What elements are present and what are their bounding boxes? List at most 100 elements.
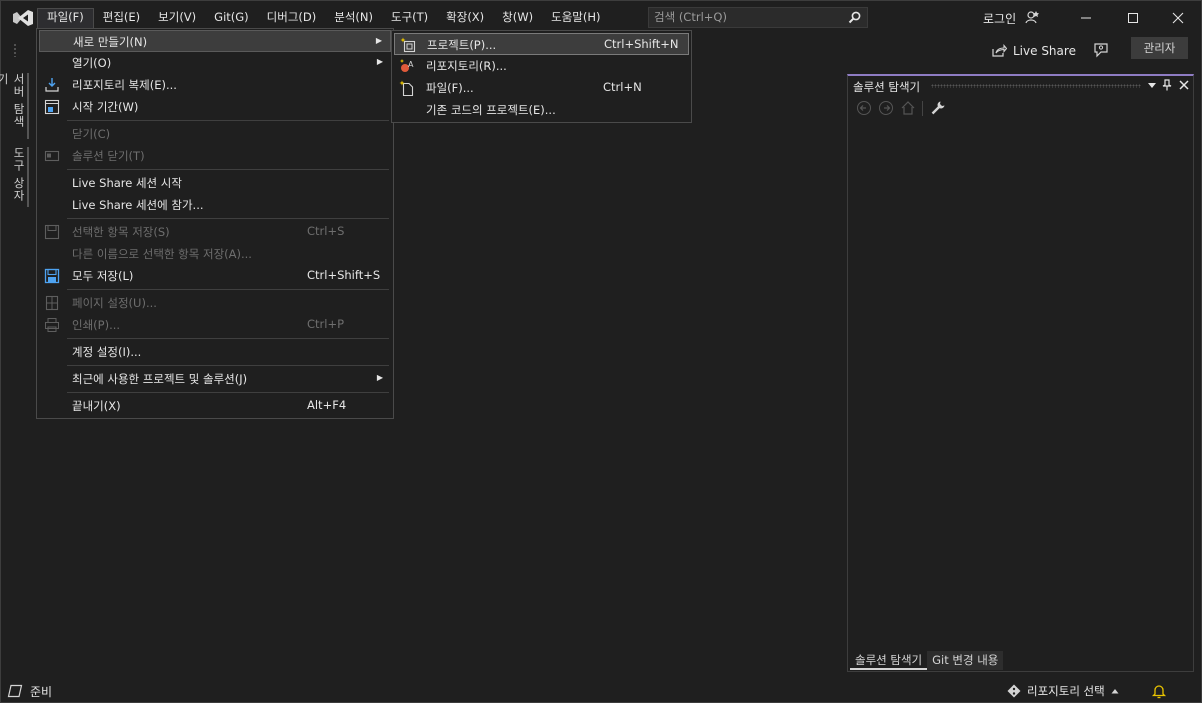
login-link[interactable]: 로그인 [983,10,1016,27]
menu-separator [67,169,389,170]
menu-item-label: 새로 만들기(N) [73,35,148,49]
menu-bar: 파일(F) 편집(E) 보기(V) Git(G) 디버그(D) 분석(N) 도구… [37,8,609,28]
menu-item-label: 인쇄(P)... [72,318,121,332]
maximize-button[interactable] [1118,7,1148,29]
tab-solution-explorer[interactable]: 솔루션 탐색기 [850,651,928,670]
new-repository-icon: A [400,59,414,72]
menu-item-label: 닫기(C) [72,127,111,141]
toolbar-grip[interactable] [13,43,17,57]
panel-title-grip[interactable] [931,84,1141,88]
tab-server-explorer[interactable]: 서버 탐색기 [0,73,29,139]
search-icon [848,11,861,24]
menu-separator [67,338,389,339]
submenu-item-project[interactable]: 프로젝트(P)... Ctrl+Shift+N [394,33,689,55]
menu-extensions[interactable]: 확장(X) [437,8,493,28]
menu-view[interactable]: 보기(V) [149,8,205,28]
menu-item-shortcut: Ctrl+S [307,224,345,238]
svg-text:A: A [408,60,414,69]
status-ready-icon [7,684,23,698]
menu-item-label: Live Share 세션에 참가... [72,198,204,212]
menu-file[interactable]: 파일(F) [37,8,94,28]
tab-git-changes[interactable]: Git 변경 내용 [927,651,1004,670]
back-icon[interactable] [856,100,872,116]
forward-icon[interactable] [878,100,894,116]
menu-separator [67,392,389,393]
menu-item-page-setup[interactable]: 페이지 설정(U)... [39,292,391,314]
menu-window[interactable]: 창(W) [493,8,542,28]
clone-download-icon [45,78,59,92]
new-submenu: 프로젝트(P)... Ctrl+Shift+N A 리포지토리(R)... 파일… [391,30,692,123]
git-branch-icon [1007,684,1021,698]
print-icon [45,318,59,332]
menu-item-new[interactable]: 새로 만들기(N) ▶ [39,30,391,52]
menu-separator [67,289,389,290]
menu-item-recent[interactable]: 최근에 사용한 프로젝트 및 솔루션(J) ▶ [39,368,391,390]
submenu-item-label: 리포지토리(R)... [426,59,507,73]
menu-item-label: Live Share 세션 시작 [72,176,182,190]
status-text: 준비 [30,685,53,699]
feedback-icon[interactable] [1093,42,1109,58]
menu-item-label: 선택한 항목 저장(S) [72,225,170,239]
minimize-button[interactable] [1071,7,1101,29]
menu-item-print[interactable]: 인쇄(P)... Ctrl+P [39,314,391,336]
menu-item-start-window[interactable]: 시작 기간(W) [39,96,391,118]
submenu-item-shortcut: Ctrl+N [603,80,642,94]
visual-studio-logo-icon[interactable] [12,9,34,27]
menu-item-save-all[interactable]: 모두 저장(L) Ctrl+Shift+S [39,265,391,287]
menu-item-save-selected[interactable]: 선택한 항목 저장(S) Ctrl+S [39,221,391,243]
search-placeholder: 검색 (Ctrl+Q) [654,10,727,24]
menu-help[interactable]: 도움말(H) [542,8,609,28]
menu-item-open[interactable]: 열기(O) ▶ [39,52,391,74]
live-share-button[interactable]: Live Share [991,41,1076,61]
search-input[interactable]: 검색 (Ctrl+Q) [648,7,868,28]
menu-edit[interactable]: 편집(E) [94,8,149,28]
menu-item-save-as[interactable]: 다른 이름으로 선택한 항목 저장(A)... [39,243,391,265]
menu-item-close-solution[interactable]: 솔루션 닫기(T) [39,145,391,167]
solution-explorer-panel: 솔루션 탐색기 솔루션 탐색기 Git 변경 내용 [847,74,1194,672]
repository-select-label: 리포지토리 선택 [1027,684,1105,698]
pin-icon[interactable] [1161,79,1173,91]
save-all-icon [44,268,60,284]
admin-badge: 관리자 [1131,37,1188,59]
menu-item-clone-repository[interactable]: 리포지토리 복제(E)... [39,74,391,96]
solution-explorer-tabs: 솔루션 탐색기 Git 변경 내용 [850,651,1004,671]
menu-item-close[interactable]: 닫기(C) [39,123,391,145]
menu-git[interactable]: Git(G) [205,8,258,28]
submenu-item-file[interactable]: 파일(F)... Ctrl+N [394,77,689,99]
submenu-item-label: 기존 코드의 프로젝트(E)... [426,103,556,117]
chevron-up-icon [1111,689,1119,694]
menu-item-label: 페이지 설정(U)... [72,296,157,310]
menu-tools[interactable]: 도구(T) [382,8,437,28]
menu-item-label: 계정 설정(I)... [72,345,142,359]
person-feedback-icon[interactable] [1025,10,1040,25]
menu-separator [67,120,389,121]
submenu-item-repository[interactable]: A 리포지토리(R)... [394,55,689,77]
menu-item-label: 시작 기간(W) [72,100,139,114]
submenu-arrow-icon: ▶ [375,36,382,45]
submenu-item-label: 파일(F)... [426,81,474,95]
tab-toolbox[interactable]: 도구 상자 [9,147,29,207]
menu-item-label: 리포지토리 복제(E)... [72,78,177,92]
menu-debug[interactable]: 디버그(D) [258,8,326,28]
home-icon[interactable] [900,100,916,116]
window-options-icon[interactable] [1146,79,1158,91]
menu-item-label: 열기(O) [72,56,112,70]
submenu-item-project-from-existing[interactable]: 기존 코드의 프로젝트(E)... [394,99,689,121]
menu-analyze[interactable]: 분석(N) [325,8,382,28]
repository-select-button[interactable]: 리포지토리 선택 [1007,683,1119,699]
notification-bell-icon[interactable] [1151,683,1167,699]
submenu-item-shortcut: Ctrl+Shift+N [604,37,679,51]
menu-item-exit[interactable]: 끝내기(X) Alt+F4 [39,395,391,417]
page-setup-icon [45,295,59,311]
menu-item-live-share-start[interactable]: Live Share 세션 시작 [39,172,391,194]
properties-wrench-icon[interactable] [930,100,946,116]
close-panel-icon[interactable] [1178,79,1190,91]
menu-separator [67,365,389,366]
toolbar-divider [922,101,923,116]
close-button[interactable] [1163,7,1193,29]
menu-item-live-share-join[interactable]: Live Share 세션에 참가... [39,194,391,216]
start-window-icon [44,99,60,115]
menu-item-label: 모두 저장(L) [72,269,134,283]
status-bar: 준비 리포지토리 선택 [1,679,1201,703]
menu-item-account-settings[interactable]: 계정 설정(I)... [39,341,391,363]
